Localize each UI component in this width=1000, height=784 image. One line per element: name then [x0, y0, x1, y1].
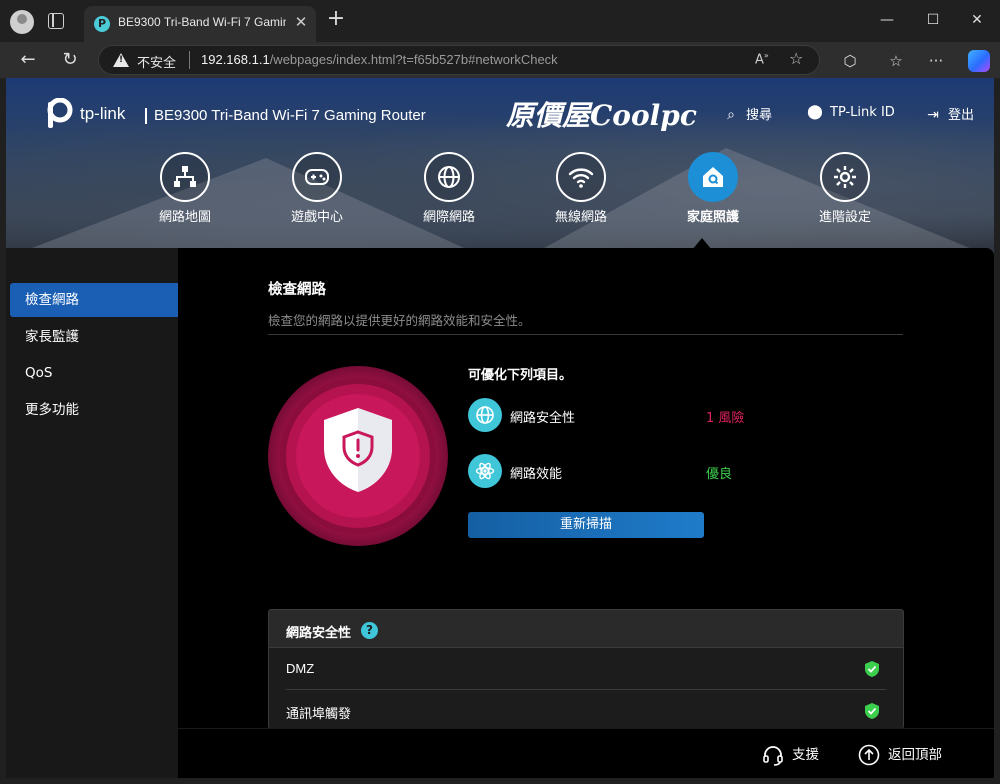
security-card: 網路安全性 ? DMZ 通訊埠觸發 — [268, 609, 904, 729]
nav-label: 網際網路 — [422, 210, 475, 225]
check-item-label: 網路安全性 — [510, 411, 576, 426]
shield-warning-icon — [324, 408, 392, 492]
search-icon: ⌕ — [727, 107, 735, 123]
url-separator — [189, 51, 190, 69]
logout-button[interactable]: ⇥ 登出 — [924, 104, 974, 124]
minimize-icon[interactable]: — — [872, 8, 902, 32]
wifi-icon — [556, 152, 606, 202]
maximize-icon[interactable]: ☐ — [918, 8, 948, 32]
logout-icon: ⇥ — [927, 107, 939, 123]
url-text[interactable]: 192.168.1.1/webpages/index.html?t=f65b52… — [201, 52, 558, 67]
watermark-logo: 原價屋Coolpc — [506, 99, 697, 132]
nav-label: 家庭照護 — [686, 210, 739, 225]
help-icon[interactable]: ? — [361, 622, 378, 639]
browser-tab-active[interactable]: P BE9300 Tri-Band Wi-Fi 7 Gaming Router … — [84, 6, 316, 42]
headset-icon — [763, 746, 783, 766]
nav-wireless[interactable]: 無線網路 — [536, 150, 626, 230]
arrow-up-circle-icon — [858, 744, 880, 766]
back-to-top-button[interactable]: 返回頂部 — [858, 743, 942, 766]
favorites-icon[interactable]: ☆ — [886, 51, 906, 71]
sidebar-item-network-check[interactable]: 檢查網路 — [10, 283, 178, 317]
security-card-header: 網路安全性 ? — [269, 610, 903, 648]
page-description: 檢查您的網路以提供更好的網路效能和安全性。 — [268, 313, 531, 328]
browser-toolbar: ← ↻ 不安全 192.168.1.1/webpages/index.html?… — [0, 42, 1000, 78]
tab-close-icon[interactable]: ✕ — [292, 13, 310, 31]
check-item-label: 網路效能 — [510, 467, 563, 482]
browser-tab-title: BE9300 Tri-Band Wi-Fi 7 Gaming Router — [118, 15, 286, 29]
tab-actions-icon[interactable] — [48, 13, 64, 29]
close-window-icon[interactable]: ✕ — [962, 8, 992, 32]
nav-network-map[interactable]: 網路地圖 — [140, 150, 230, 230]
nav-internet[interactable]: 網際網路 — [404, 150, 494, 230]
main-nav: 網路地圖 遊戲中心 網際網路 無線網路 家庭照護 進階設定 — [140, 150, 880, 230]
warning-icon[interactable] — [113, 53, 129, 67]
gear-icon — [820, 152, 870, 202]
atom-icon — [468, 454, 502, 488]
nav-gaming[interactable]: 遊戲中心 — [272, 150, 362, 230]
gamepad-icon — [292, 152, 342, 202]
back-icon[interactable]: ← — [16, 48, 40, 72]
page-footer: 支援 返回頂部 — [178, 728, 994, 778]
account-icon: ⬤ — [807, 104, 823, 120]
insecure-label[interactable]: 不安全 — [137, 52, 176, 71]
shield-check-icon — [865, 661, 879, 677]
sidebar-item-more-features[interactable]: 更多功能 — [10, 393, 178, 427]
back-to-top-label: 返回頂部 — [888, 747, 942, 763]
support-button[interactable]: 支援 — [762, 743, 819, 766]
nav-label: 進階設定 — [818, 210, 871, 225]
new-tab-icon[interactable]: + — [326, 8, 346, 30]
brand-name: tp-link — [80, 104, 126, 123]
url-host: 192.168.1.1 — [201, 52, 270, 67]
router-page: tp-link BE9300 Tri-Band Wi-Fi 7 Gaming R… — [6, 78, 994, 778]
divider — [268, 334, 903, 335]
tp-link-id-button[interactable]: ⬤ TP-Link ID — [806, 104, 895, 124]
search-label: 搜尋 — [746, 108, 773, 123]
search-button[interactable]: ⌕ 搜尋 — [722, 104, 772, 124]
screen: P BE9300 Tri-Band Wi-Fi 7 Gaming Router … — [0, 0, 1000, 784]
security-card-title: 網路安全性 — [286, 626, 352, 641]
shield-check-icon — [865, 703, 879, 719]
brand-separator — [145, 108, 147, 124]
nav-label: 網路地圖 — [158, 210, 211, 225]
page-title: 檢查網路 — [268, 282, 326, 298]
extensions-icon[interactable]: ⬡ — [840, 51, 860, 71]
home-care-icon — [688, 152, 738, 202]
nav-homecare[interactable]: 家庭照護 — [668, 150, 758, 230]
address-bar[interactable]: 不安全 192.168.1.1/webpages/index.html?t=f6… — [98, 45, 820, 75]
sidebar-item-parental-controls[interactable]: 家長監護 — [10, 320, 178, 354]
browser-tabstrip: P BE9300 Tri-Band Wi-Fi 7 Gaming Router … — [0, 0, 1000, 42]
globe-icon — [424, 152, 474, 202]
url-path: /webpages/index.html?t=f65b527b#networkC… — [269, 52, 558, 67]
table-row[interactable]: 通訊埠觸發 — [286, 690, 886, 728]
row-label: DMZ — [286, 661, 315, 676]
nav-label: 遊戲中心 — [290, 210, 343, 225]
table-row[interactable]: DMZ — [286, 648, 886, 690]
tp-link-favicon-icon: P — [94, 16, 110, 32]
reload-icon[interactable]: ↻ — [58, 48, 82, 72]
risk-status: 1 風險 — [706, 411, 745, 426]
sidebar-item-qos[interactable]: QoS — [10, 356, 178, 390]
favorite-star-icon[interactable]: ☆ — [789, 49, 803, 68]
more-options-icon[interactable]: ··· — [926, 51, 946, 71]
main-content: 檢查網路 檢查您的網路以提供更好的網路效能和安全性。 可優化下列項目。 網路安全… — [178, 248, 994, 778]
read-aloud-icon[interactable]: A» — [755, 51, 769, 67]
performance-status: 優良 — [706, 467, 733, 482]
rescan-button[interactable]: 重新掃描 — [468, 512, 704, 538]
globe-icon — [468, 398, 502, 432]
profile-avatar-icon[interactable] — [10, 10, 34, 34]
copilot-icon[interactable] — [968, 50, 990, 72]
model-name: BE9300 Tri-Band Wi-Fi 7 Gaming Router — [154, 107, 426, 124]
tp-link-logo-icon — [47, 98, 73, 128]
sidebar: 檢查網路 家長監護 QoS 更多功能 — [6, 248, 178, 778]
support-label: 支援 — [792, 747, 819, 763]
logout-label: 登出 — [948, 108, 975, 123]
row-label: 通訊埠觸發 — [286, 706, 352, 721]
nav-advanced[interactable]: 進階設定 — [800, 150, 890, 230]
network-map-icon — [160, 152, 210, 202]
account-label: TP-Link ID — [830, 105, 895, 120]
optimize-title: 可優化下列項目。 — [468, 368, 573, 383]
nav-label: 無線網路 — [554, 210, 607, 225]
